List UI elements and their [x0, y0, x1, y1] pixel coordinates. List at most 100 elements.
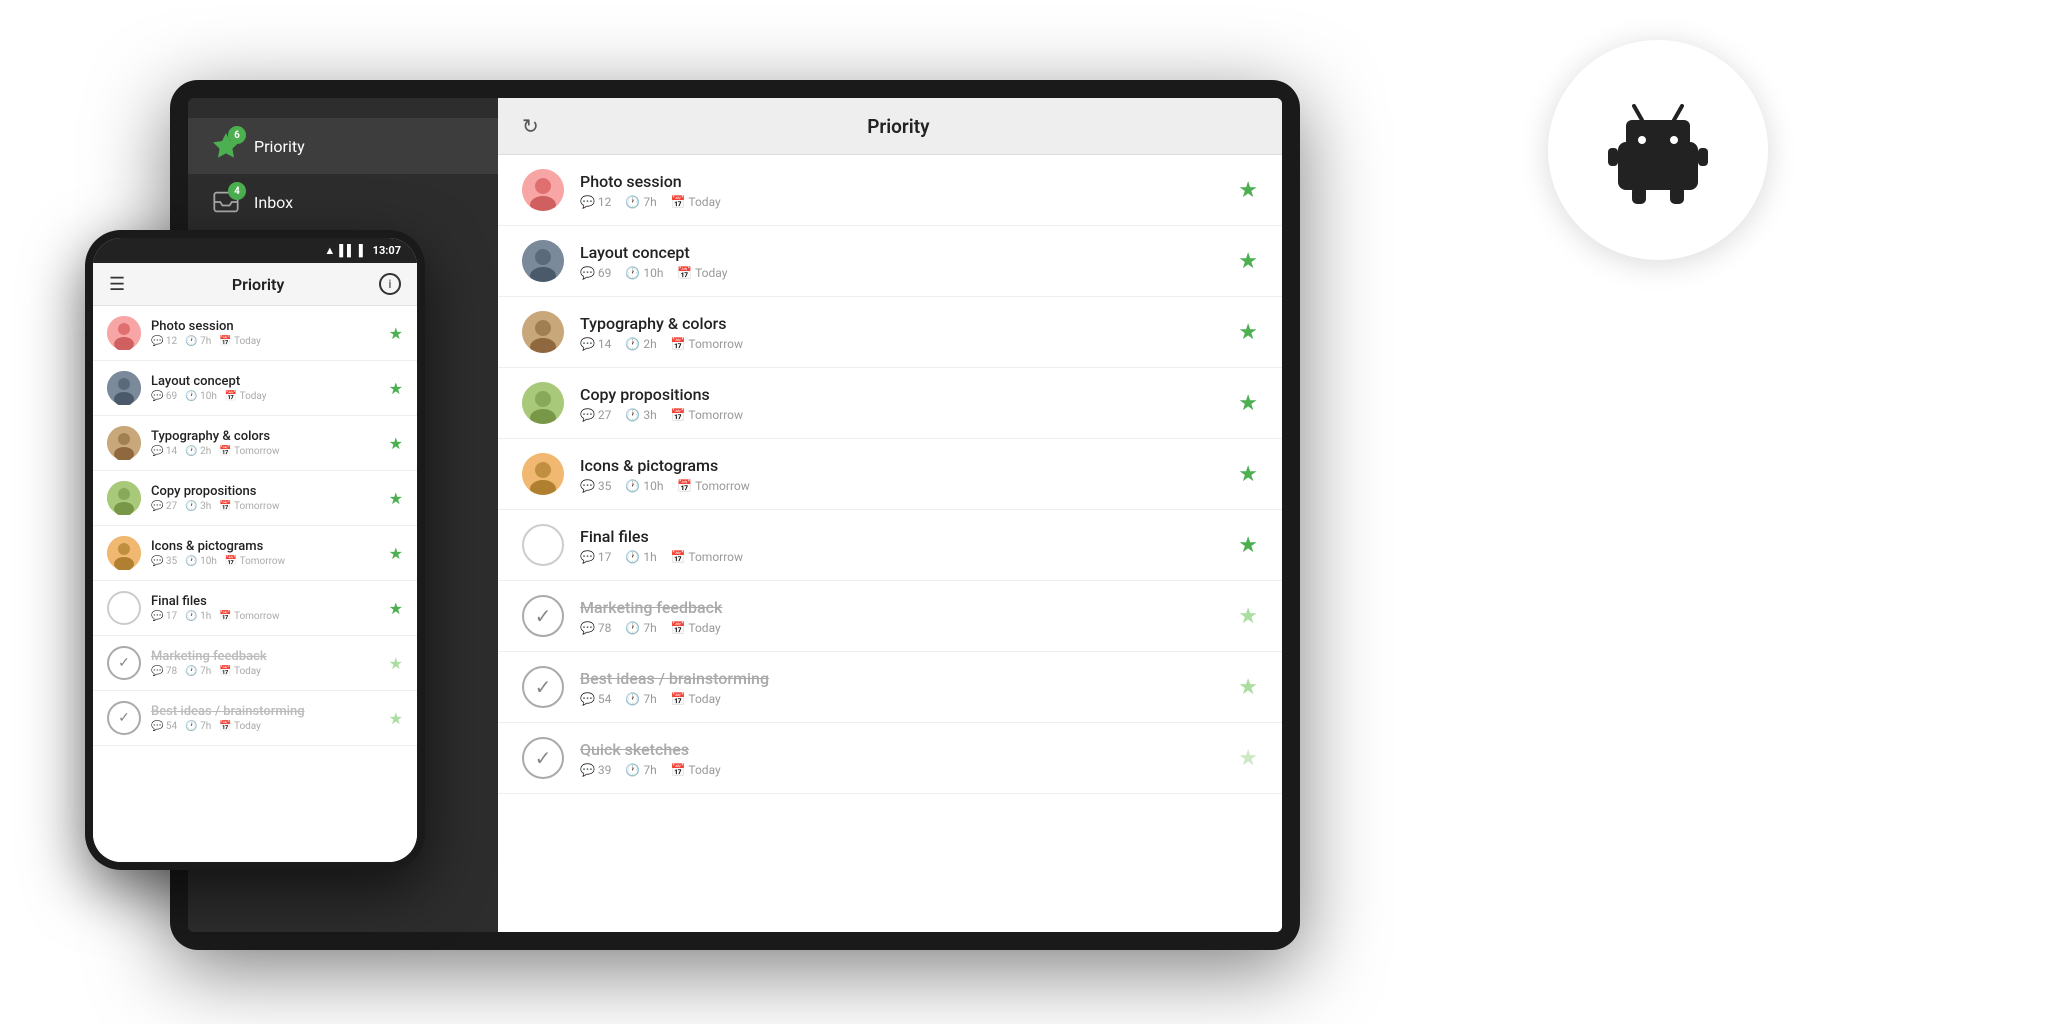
task-meta: 💬 78 🕐 7h 📅 Today — [151, 666, 381, 677]
avatar — [522, 382, 564, 424]
task-time: 🕐 2h — [185, 446, 211, 457]
task-time: 🕐 7h — [625, 692, 656, 706]
task-date: 📅 Today — [219, 666, 261, 677]
star-icon[interactable]: ★ — [389, 709, 403, 728]
task-date: 📅 Tomorrow — [219, 611, 279, 622]
task-time: 🕐 7h — [625, 621, 656, 635]
tablet-task-list[interactable]: Photo session 💬 12 🕐 7h 📅 Today ★ — [498, 155, 1282, 932]
task-date: 📅 Tomorrow — [671, 550, 743, 564]
avatar: ✓ — [522, 737, 564, 779]
task-time: 🕐 7h — [625, 763, 656, 777]
task-time: 🕐 1h — [185, 611, 211, 622]
task-date: 📅 Today — [219, 336, 261, 347]
star-icon[interactable]: ★ — [389, 434, 403, 453]
table-row[interactable]: ✓ Marketing feedback 💬 78 🕐 7h 📅 Today ★ — [498, 581, 1282, 652]
avatar — [107, 371, 141, 405]
star-icon[interactable]: ★ — [1238, 249, 1258, 274]
table-row[interactable]: Icons & pictograms 💬 35 🕐 10h 📅 Tomorrow… — [498, 439, 1282, 510]
inbox-icon: 4 — [212, 188, 240, 216]
task-date: 📅 Today — [219, 721, 261, 732]
scene: 6 Priority 4 Inbox — [0, 0, 2048, 1024]
table-row[interactable]: Typography & colors 💬 14 🕐 2h 📅 Tomorrow… — [498, 297, 1282, 368]
star-icon[interactable]: ★ — [389, 489, 403, 508]
refresh-icon[interactable]: ↻ — [522, 114, 539, 138]
table-row[interactable]: ✓ Best ideas / brainstorming 💬 54 🕐 7h 📅… — [498, 652, 1282, 723]
priority-star-icon: 6 — [212, 132, 240, 160]
android-icon — [1598, 90, 1718, 210]
sidebar-item-inbox[interactable]: 4 Inbox — [188, 174, 498, 230]
task-comments: 💬 17 — [580, 550, 611, 564]
star-icon[interactable]: ★ — [1238, 533, 1258, 558]
avatar — [522, 311, 564, 353]
task-comments: 💬 54 — [580, 692, 611, 706]
list-item[interactable]: Typography & colors 💬 14 🕐 2h 📅 Tomorrow… — [93, 416, 417, 471]
task-title: Final files — [151, 594, 381, 609]
task-comments: 💬 27 — [151, 501, 177, 512]
tablet-header: ↻ Priority — [498, 98, 1282, 155]
wifi-icon: ▲ — [324, 244, 335, 257]
task-date: 📅 Tomorrow — [219, 501, 279, 512]
list-item[interactable]: Copy propositions 💬 27 🕐 3h 📅 Tomorrow ★ — [93, 471, 417, 526]
phone-task-list[interactable]: Photo session 💬 12 🕐 7h 📅 Today ★ — [93, 306, 417, 862]
star-icon[interactable]: ★ — [389, 544, 403, 563]
task-title: Marketing feedback — [151, 649, 381, 664]
avatar: ✓ — [107, 646, 141, 680]
task-time: 🕐 10h — [625, 479, 663, 493]
star-icon[interactable]: ★ — [1238, 604, 1258, 629]
task-title: Marketing feedback — [580, 598, 1226, 617]
table-row[interactable]: Layout concept 💬 69 🕐 10h 📅 Today ★ — [498, 226, 1282, 297]
info-icon[interactable]: i — [379, 273, 401, 295]
list-item[interactable]: Icons & pictograms 💬 35 🕐 10h 📅 Tomorrow… — [93, 526, 417, 581]
star-icon[interactable]: ★ — [389, 379, 403, 398]
table-row[interactable]: Photo session 💬 12 🕐 7h 📅 Today ★ — [498, 155, 1282, 226]
task-meta: 💬 12 🕐 7h 📅 Today — [580, 195, 1226, 209]
task-meta: 💬 69 🕐 10h 📅 Today — [580, 266, 1226, 280]
table-row[interactable]: Copy propositions 💬 27 🕐 3h 📅 Tomorrow ★ — [498, 368, 1282, 439]
avatar: ✓ — [522, 595, 564, 637]
star-icon[interactable]: ★ — [1238, 746, 1258, 771]
task-meta: 💬 78 🕐 7h 📅 Today — [580, 621, 1226, 635]
star-icon[interactable]: ★ — [1238, 391, 1258, 416]
task-content: Layout concept 💬 69 🕐 10h 📅 Today — [151, 374, 381, 402]
sidebar-inbox-label: Inbox — [254, 193, 293, 212]
task-comments: 💬 69 — [151, 391, 177, 402]
star-icon[interactable]: ★ — [389, 654, 403, 673]
table-row[interactable]: Final files 💬 17 🕐 1h 📅 Tomorrow ★ — [498, 510, 1282, 581]
phone-device: ▲ ▌▌ ▌ 13:07 ☰ Priority i — [85, 230, 425, 870]
task-title: Copy propositions — [151, 484, 381, 499]
sidebar-item-priority[interactable]: 6 Priority — [188, 118, 498, 174]
task-comments: 💬 14 — [151, 446, 177, 457]
task-date: 📅 Tomorrow — [677, 479, 749, 493]
avatar — [107, 481, 141, 515]
menu-icon[interactable]: ☰ — [109, 274, 125, 295]
battery-icon: ▌ — [359, 244, 367, 257]
list-item[interactable]: Photo session 💬 12 🕐 7h 📅 Today ★ — [93, 306, 417, 361]
task-content: Copy propositions 💬 27 🕐 3h 📅 Tomorrow — [580, 385, 1226, 422]
task-title: Layout concept — [580, 243, 1226, 262]
table-row[interactable]: ✓ Quick sketches 💬 39 🕐 7h 📅 Today ★ — [498, 723, 1282, 794]
star-icon[interactable]: ★ — [389, 324, 403, 343]
sidebar-priority-label: Priority — [254, 137, 305, 156]
task-meta: 💬 12 🕐 7h 📅 Today — [151, 336, 381, 347]
list-item[interactable]: ✓ Best ideas / brainstorming 💬 54 🕐 7h 📅… — [93, 691, 417, 746]
list-item[interactable]: Layout concept 💬 69 🕐 10h 📅 Today ★ — [93, 361, 417, 416]
avatar: ✓ — [107, 701, 141, 735]
task-content: Marketing feedback 💬 78 🕐 7h 📅 Today — [151, 649, 381, 677]
task-content: Icons & pictograms 💬 35 🕐 10h 📅 Tomorrow — [151, 539, 381, 567]
star-icon[interactable]: ★ — [1238, 462, 1258, 487]
task-meta: 💬 14 🕐 2h 📅 Tomorrow — [151, 446, 381, 457]
task-meta: 💬 27 🕐 3h 📅 Tomorrow — [580, 408, 1226, 422]
phone-screen: ▲ ▌▌ ▌ 13:07 ☰ Priority i — [93, 238, 417, 862]
list-item[interactable]: Final files 💬 17 🕐 1h 📅 Tomorrow ★ — [93, 581, 417, 636]
phone-status-bar: ▲ ▌▌ ▌ 13:07 — [93, 238, 417, 263]
inbox-badge: 4 — [228, 182, 246, 200]
list-item[interactable]: ✓ Marketing feedback 💬 78 🕐 7h 📅 Today ★ — [93, 636, 417, 691]
task-comments: 💬 54 — [151, 721, 177, 732]
android-logo-circle — [1548, 40, 1768, 260]
star-icon[interactable]: ★ — [1238, 320, 1258, 345]
star-icon[interactable]: ★ — [1238, 178, 1258, 203]
star-icon[interactable]: ★ — [389, 599, 403, 618]
star-icon[interactable]: ★ — [1238, 675, 1258, 700]
task-comments: 💬 39 — [580, 763, 611, 777]
avatar — [107, 591, 141, 625]
